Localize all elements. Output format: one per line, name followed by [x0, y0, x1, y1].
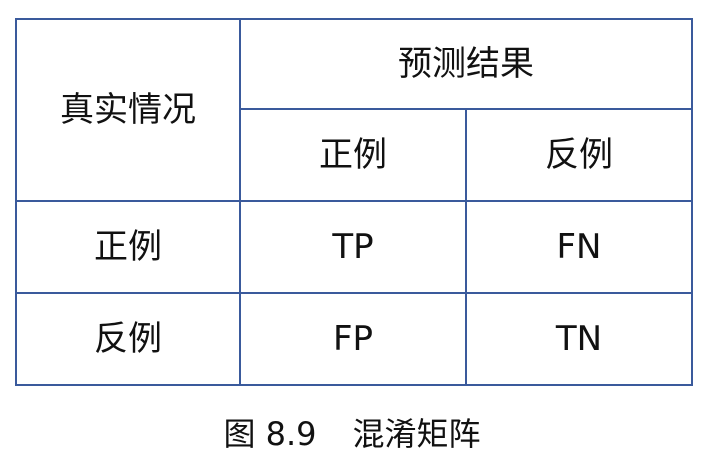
- table-row: 反例 FP TN: [15, 292, 693, 386]
- figure-title: 混淆矩阵: [352, 415, 481, 453]
- cell-fp: FP: [239, 292, 467, 386]
- cell-fn: FN: [465, 200, 693, 294]
- actual-condition-header: 真实情况: [15, 18, 241, 202]
- actual-negative-label: 反例: [15, 292, 241, 386]
- confusion-matrix-table: 真实情况 预测结果 正例 反例 正例 TP FN 反例 FP TN: [15, 18, 693, 386]
- actual-positive-label: 正例: [15, 200, 241, 294]
- predicted-positive-header: 正例: [239, 108, 467, 202]
- predicted-negative-header: 反例: [465, 108, 693, 202]
- header-row-predicted: 真实情况 预测结果: [15, 18, 693, 202]
- table-row: 正例 TP FN: [15, 200, 693, 294]
- cell-tp: TP: [239, 200, 467, 294]
- figure-number: 图 8.9: [223, 415, 317, 453]
- figure-caption: 图 8.9 混淆矩阵: [0, 418, 704, 450]
- cell-tn: TN: [465, 292, 693, 386]
- predicted-result-header: 预测结果: [239, 18, 693, 110]
